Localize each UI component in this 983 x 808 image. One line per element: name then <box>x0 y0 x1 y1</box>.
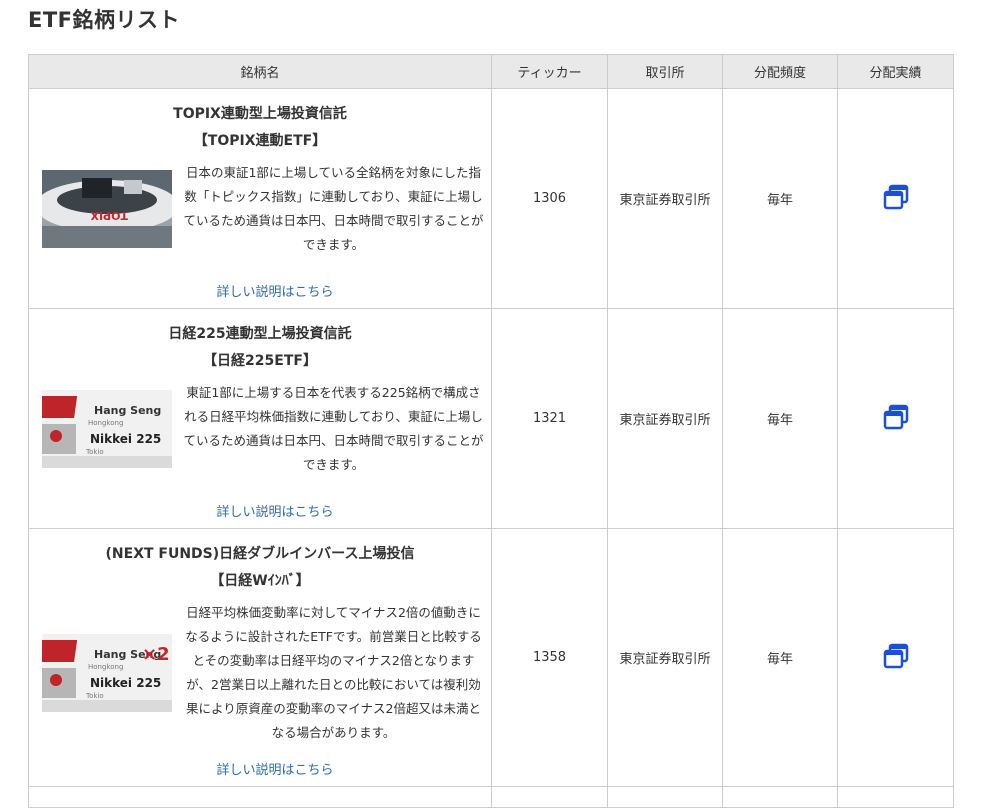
nikkei225-thumbnail: Hang Seng Hongkong Nikkei 225 Tokio <box>42 390 172 468</box>
table-row: 日経225連動型上場投資信託 【日経225ETF】 Hang Seng Hong… <box>28 308 954 529</box>
distribution-cell <box>837 88 954 309</box>
hongkong-text: Hongkong <box>88 663 123 671</box>
window-stack-icon[interactable] <box>883 184 909 210</box>
distribution-cell <box>837 308 954 529</box>
fund-short-name: 【日経225ETF】 <box>203 353 317 369</box>
etf-table: 銘柄名 ティッカー 取引所 分配頻度 分配実績 TOPIX連動型上場投資信託 【… <box>28 54 954 808</box>
topix-logo-text: TOPIX <box>90 209 128 222</box>
ticker-cell: 1321 <box>491 308 608 529</box>
nikkei-text: Nikkei 225 <box>90 676 161 690</box>
window-stack-icon[interactable] <box>883 404 909 430</box>
distribution-cell <box>837 528 954 787</box>
frequency-cell: 毎年 <box>722 528 838 787</box>
ticker-cell <box>491 786 608 808</box>
distribution-cell <box>837 786 954 808</box>
table-row <box>28 786 954 808</box>
hongkong-text: Hongkong <box>88 419 123 427</box>
fund-name-cell <box>28 786 492 808</box>
details-link[interactable]: 詳しい説明はこちら <box>29 501 491 520</box>
details-link[interactable]: 詳しい説明はこちら <box>29 281 491 300</box>
details-link[interactable]: 詳しい説明はこちら <box>29 759 491 778</box>
fund-description: 東証1部に上場する日本を代表する225銘柄で構成される日経平均株価指数に連動して… <box>183 385 484 472</box>
frequency-cell <box>722 786 838 808</box>
exchange-cell <box>607 786 723 808</box>
header-distribution: 分配実績 <box>837 54 954 89</box>
exchange-cell: 東京証券取引所 <box>607 88 723 309</box>
ticker-cell: 1358 <box>491 528 608 787</box>
frequency-cell: 毎年 <box>722 308 838 529</box>
ticker-cell: 1306 <box>491 88 608 309</box>
fund-description: 日経平均株価変動率に対してマイナス2倍の値動きになるように設計されたETFです。… <box>185 605 482 740</box>
window-stack-icon[interactable] <box>883 643 909 669</box>
table-row: TOPIX連動型上場投資信託 【TOPIX連動ETF】 TOPIX 日本の東証1… <box>28 88 954 309</box>
fund-short-name: 【TOPIX連動ETF】 <box>193 133 327 149</box>
tokio-text: Tokio <box>85 692 104 700</box>
fund-short-name: 【日経Wｲﾝﾊﾞ】 <box>210 573 310 589</box>
page-title: ETF銘柄リスト <box>28 8 181 32</box>
exchange-cell: 東京証券取引所 <box>607 528 723 787</box>
fund-title: (NEXT FUNDS)日経ダブルインバース上場投信 【日経Wｲﾝﾊﾞ】 <box>29 541 491 595</box>
hang-seng-text: Hang Seng <box>94 404 161 417</box>
times-two-text: ×2 <box>142 644 170 665</box>
frequency-cell: 毎年 <box>722 88 838 309</box>
table-row: (NEXT FUNDS)日経ダブルインバース上場投信 【日経Wｲﾝﾊﾞ】 Han… <box>28 528 954 787</box>
fund-name: TOPIX連動型上場投資信託 <box>173 106 347 122</box>
fund-description: 日本の東証1部に上場している全銘柄を対象にした指数「トピックス指数」に連動してお… <box>183 165 484 252</box>
header-ticker: ティッカー <box>491 54 608 89</box>
nikkei-double-inverse-thumbnail: Hang Seng ×2 Hongkong Nikkei 225 Tokio <box>42 634 172 712</box>
fund-name: (NEXT FUNDS)日経ダブルインバース上場投信 <box>105 546 415 562</box>
topix-thumbnail: TOPIX <box>42 170 172 248</box>
header-exchange: 取引所 <box>607 54 723 89</box>
header-name: 銘柄名 <box>28 54 492 89</box>
nikkei-text: Nikkei 225 <box>90 432 161 446</box>
fund-title: TOPIX連動型上場投資信託 【TOPIX連動ETF】 <box>29 101 491 155</box>
fund-name-cell: (NEXT FUNDS)日経ダブルインバース上場投信 【日経Wｲﾝﾊﾞ】 Han… <box>28 528 492 787</box>
tokio-text: Tokio <box>85 448 104 456</box>
fund-name-cell: TOPIX連動型上場投資信託 【TOPIX連動ETF】 TOPIX 日本の東証1… <box>28 88 492 309</box>
fund-title: 日経225連動型上場投資信託 【日経225ETF】 <box>29 321 491 375</box>
fund-name: 日経225連動型上場投資信託 <box>168 326 352 342</box>
header-frequency: 分配頻度 <box>722 54 838 89</box>
table-header-row: 銘柄名 ティッカー 取引所 分配頻度 分配実績 <box>28 54 954 89</box>
exchange-cell: 東京証券取引所 <box>607 308 723 529</box>
fund-name-cell: 日経225連動型上場投資信託 【日経225ETF】 Hang Seng Hong… <box>28 308 492 529</box>
